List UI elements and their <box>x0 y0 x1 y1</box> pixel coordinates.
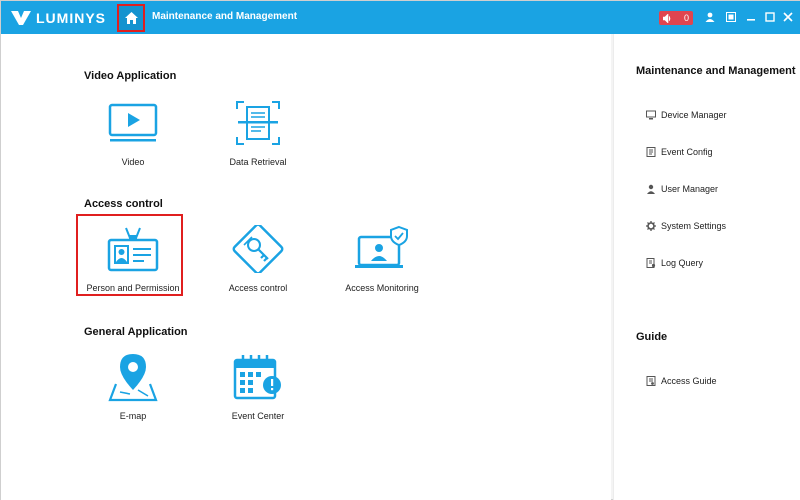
calendar-alert-icon <box>228 351 288 403</box>
user-manager-icon <box>647 184 655 194</box>
guide-icon <box>646 376 656 386</box>
app-label: Data Retrieval <box>229 157 287 167</box>
close-icon[interactable] <box>781 10 795 24</box>
sidebar-item-user-manager[interactable]: User Manager <box>646 182 718 196</box>
app-label: Video <box>121 157 145 167</box>
minimize-icon[interactable] <box>744 10 758 24</box>
sidebar-item-event-config[interactable]: Event Config <box>646 145 713 159</box>
layout-icon[interactable] <box>724 10 738 24</box>
home-button[interactable] <box>117 4 145 32</box>
sidebar-title: Maintenance and Management <box>636 65 796 77</box>
sidebar-item-label: System Settings <box>661 221 727 231</box>
sidebar-item-label: Device Manager <box>661 110 727 120</box>
app-video[interactable]: Video <box>78 97 188 177</box>
sidebar: Maintenance and Management Device Manage… <box>613 34 800 500</box>
app-label: Access control <box>228 283 288 293</box>
app-label: E-map <box>119 411 147 421</box>
app-label: Event Center <box>231 411 285 421</box>
sidebar-item-label: Access Guide <box>661 376 717 386</box>
guide-title: Guide <box>636 331 668 343</box>
app-event-center[interactable]: Event Center <box>203 351 313 431</box>
app-label: Access Monitoring <box>345 283 419 293</box>
tab-maintenance[interactable]: Maintenance and Management <box>152 11 297 22</box>
sidebar-item-label: Event Config <box>661 147 713 157</box>
data-retrieval-icon <box>228 97 288 149</box>
alarm-badge[interactable]: 0 <box>659 11 693 25</box>
sidebar-item-label: User Manager <box>661 184 719 194</box>
event-config-icon <box>646 147 656 157</box>
sidebar-item-label: Log Query <box>661 258 704 268</box>
sidebar-item-device-manager[interactable]: Device Manager <box>646 108 727 122</box>
sidebar-item-system-settings[interactable]: System Settings <box>646 219 726 233</box>
app-access-monitoring[interactable]: Access Monitoring <box>327 223 437 303</box>
maximize-icon[interactable] <box>763 10 777 24</box>
section-title-access: Access control <box>84 198 163 210</box>
app-e-map[interactable]: E-map <box>78 351 188 431</box>
device-icon <box>646 110 656 120</box>
sidebar-item-log-query[interactable]: Log Query <box>646 256 703 270</box>
monitor-shield-icon <box>352 223 412 275</box>
gear-icon <box>646 221 656 231</box>
user-icon[interactable] <box>703 10 717 24</box>
access-card-icon <box>228 223 288 275</box>
app-access-control[interactable]: Access control <box>203 223 313 303</box>
logo-mark-icon <box>11 11 31 25</box>
section-title-general: General Application <box>84 326 188 338</box>
map-pin-icon <box>103 351 163 403</box>
alarm-count: 0 <box>683 13 689 23</box>
home-icon <box>124 12 138 24</box>
sidebar-item-access-guide[interactable]: Access Guide <box>646 374 717 388</box>
speaker-icon <box>663 13 671 23</box>
app-person-and-permission[interactable]: Person and Permission <box>78 223 188 303</box>
log-icon <box>646 258 656 268</box>
section-title-video: Video Application <box>84 70 177 82</box>
app-data-retrieval[interactable]: Data Retrieval <box>203 97 313 177</box>
brand-logo: LUMINYS <box>11 9 106 27</box>
video-icon <box>103 97 163 149</box>
id-card-icon <box>103 223 163 275</box>
app-label: Person and Permission <box>86 283 180 293</box>
title-bar: LUMINYS Maintenance and Management 0 <box>1 1 800 34</box>
brand-name: LUMINYS <box>36 10 106 26</box>
